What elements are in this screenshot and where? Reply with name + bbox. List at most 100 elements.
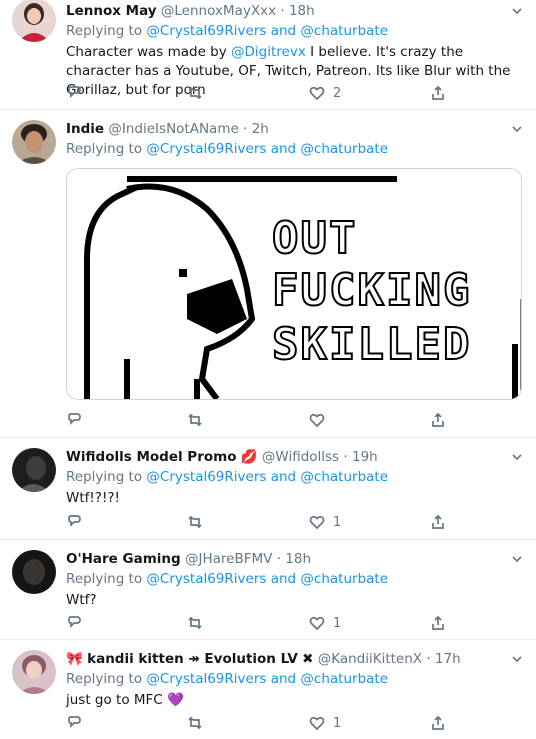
tweet[interactable]: Indie @IndieIsNotAName · 2h Replying to …	[0, 110, 536, 438]
timestamp[interactable]: 17h	[435, 651, 461, 667]
reply-mention[interactable]: @chaturbate	[300, 23, 388, 39]
like-count: 1	[333, 514, 342, 530]
chevron-down-icon[interactable]	[510, 450, 524, 464]
chevron-down-icon[interactable]	[510, 122, 524, 136]
avatar-image	[12, 650, 56, 694]
like-button[interactable]: 1	[309, 713, 341, 733]
share-button[interactable]	[430, 613, 446, 633]
reply-button[interactable]	[66, 613, 82, 633]
timestamp[interactable]: 19h	[352, 449, 378, 465]
replying-to: Replying to @Crystal69Rivers and @chatur…	[66, 670, 520, 689]
tweet-text: just go to MFC 💜	[66, 691, 520, 710]
tweet[interactable]: Wifidolls Model Promo 💋 @Wifidollss · 19…	[0, 438, 536, 540]
replying-to-label: Replying to	[66, 141, 143, 157]
reply-mention[interactable]: @Crystal69Rivers	[146, 571, 266, 587]
handle[interactable]: @LennoxMayXxx	[161, 3, 276, 19]
timestamp[interactable]: 18h	[289, 3, 315, 19]
like-button[interactable]: 1	[309, 613, 341, 633]
tweet[interactable]: Lennox May @LennoxMayXxx · 18h Replying …	[0, 0, 536, 110]
replying-to: Replying to @Crystal69Rivers and @chatur…	[66, 22, 520, 41]
reply-mention[interactable]: @chaturbate	[300, 671, 388, 687]
reply-icon	[68, 616, 81, 629]
retweet-button[interactable]	[187, 83, 203, 103]
reply-mention[interactable]: @Crystal69Rivers	[146, 141, 266, 157]
reply-button[interactable]	[66, 713, 82, 733]
tweet[interactable]: O'Hare Gaming @JHareBFMV · 18h Replying …	[0, 540, 536, 640]
like-button[interactable]	[309, 410, 325, 430]
handle[interactable]: @Wifidollss	[262, 449, 339, 465]
reply-and: and	[270, 671, 297, 687]
tweet[interactable]: 🎀 kandii kitten ↠ Evolution LV ✖ @Kandii…	[0, 640, 536, 739]
heart-icon	[309, 86, 325, 101]
tweet-media-image[interactable]: OUT FUCKING SKILLED	[66, 168, 522, 400]
share-icon	[432, 514, 444, 529]
display-name[interactable]: kandii kitten ↠ Evolution LV	[87, 651, 298, 667]
avatar[interactable]	[12, 120, 56, 164]
replying-to-label: Replying to	[66, 571, 143, 587]
reply-mention[interactable]: @chaturbate	[300, 141, 388, 157]
reply-mention[interactable]: @chaturbate	[300, 571, 388, 587]
chevron-down-icon[interactable]	[510, 4, 524, 18]
separator: ·	[280, 3, 285, 19]
share-button[interactable]	[430, 410, 446, 430]
separator: ·	[276, 551, 281, 567]
separator: ·	[243, 121, 248, 137]
reply-and: and	[270, 23, 297, 39]
avatar[interactable]	[12, 650, 56, 694]
ribbon-emoji: 🎀	[66, 651, 83, 667]
retweet-button[interactable]	[187, 613, 203, 633]
replying-to-label: Replying to	[66, 671, 143, 687]
retweet-button[interactable]	[187, 410, 203, 430]
display-name[interactable]: Indie	[66, 121, 104, 137]
retweet-button[interactable]	[187, 713, 203, 733]
avatar[interactable]	[12, 0, 56, 42]
tweet-header: Indie @IndieIsNotAName · 2h	[66, 120, 520, 138]
share-button[interactable]	[430, 512, 446, 532]
reply-mention[interactable]: @Crystal69Rivers	[146, 23, 266, 39]
chevron-down-icon[interactable]	[510, 552, 524, 566]
mention-link[interactable]: @Digitrevx	[231, 44, 306, 60]
retweet-button[interactable]	[187, 512, 203, 532]
timestamp[interactable]: 18h	[285, 551, 311, 567]
chevron-down-icon[interactable]	[510, 652, 524, 666]
reply-and: and	[270, 571, 297, 587]
avatar-image	[12, 120, 56, 164]
reply-and: and	[270, 469, 297, 485]
like-button[interactable]: 2	[309, 83, 341, 103]
tweet-header: Wifidolls Model Promo 💋 @Wifidollss · 19…	[66, 448, 520, 466]
heart-icon	[309, 413, 325, 428]
separator: ·	[343, 449, 348, 465]
handle[interactable]: @JHareBFMV	[185, 551, 272, 567]
reply-icon	[68, 716, 81, 729]
reply-button[interactable]	[66, 410, 82, 430]
handle[interactable]: @IndieIsNotAName	[108, 121, 238, 137]
reply-and: and	[270, 141, 297, 157]
share-button[interactable]	[430, 83, 446, 103]
reply-mention[interactable]: @chaturbate	[300, 469, 388, 485]
timestamp[interactable]: 2h	[252, 121, 269, 137]
tweet-text: Wtf!?!?!	[66, 490, 120, 506]
reply-icon	[68, 86, 81, 99]
heart-icon	[309, 716, 325, 731]
reply-mention[interactable]: @Crystal69Rivers	[146, 671, 266, 687]
lips-emoji: 💋	[240, 449, 258, 465]
retweet-icon	[188, 616, 202, 630]
reply-button[interactable]	[66, 512, 82, 532]
avatar[interactable]	[12, 448, 56, 492]
share-button[interactable]	[430, 713, 446, 733]
share-icon	[432, 412, 444, 427]
retweet-icon	[188, 86, 202, 100]
display-name[interactable]: Lennox May	[66, 3, 157, 19]
like-button[interactable]: 1	[309, 512, 341, 532]
display-name[interactable]: O'Hare Gaming	[66, 551, 181, 567]
replying-to: Replying to @Crystal69Rivers and @chatur…	[66, 570, 520, 589]
heart-icon	[309, 616, 325, 631]
display-name[interactable]: Wifidolls Model Promo	[66, 449, 236, 465]
share-icon	[432, 715, 444, 730]
avatar[interactable]	[12, 550, 56, 594]
reply-mention[interactable]: @Crystal69Rivers	[146, 469, 266, 485]
replying-to: Replying to @Crystal69Rivers and @chatur…	[66, 468, 520, 487]
handle[interactable]: @KandiiKittenX	[318, 651, 422, 667]
tweet-text: Wtf?	[66, 592, 97, 608]
reply-button[interactable]	[66, 83, 82, 103]
